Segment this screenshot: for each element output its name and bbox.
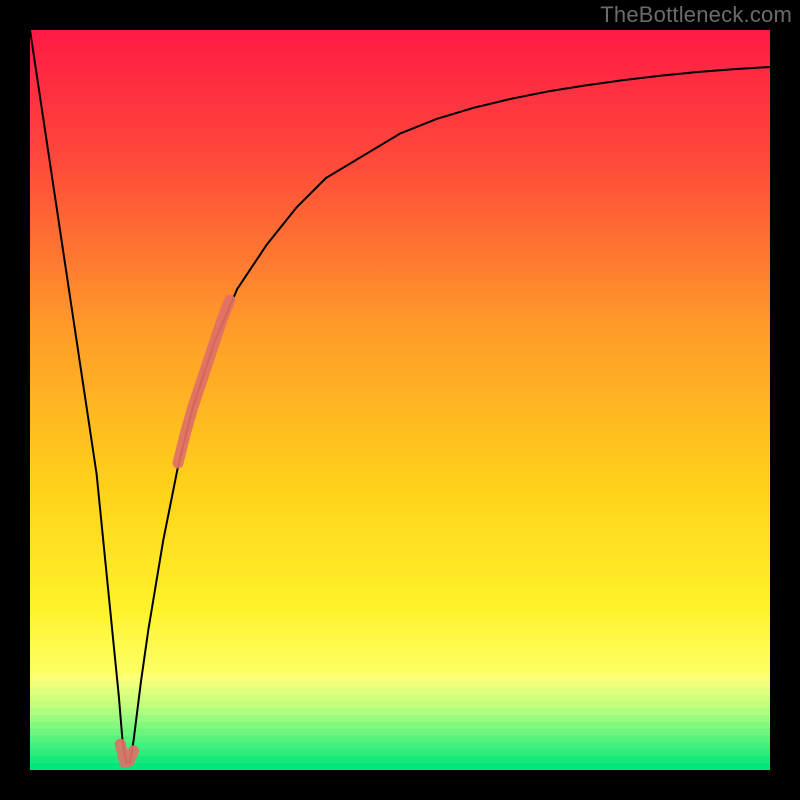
watermark-text: TheBottleneck.com: [600, 2, 792, 28]
chart-plot-area: [30, 30, 770, 770]
chart-frame: TheBottleneck.com: [0, 0, 800, 800]
chart-background-gradient: [30, 30, 770, 770]
chart-svg: [30, 30, 770, 770]
